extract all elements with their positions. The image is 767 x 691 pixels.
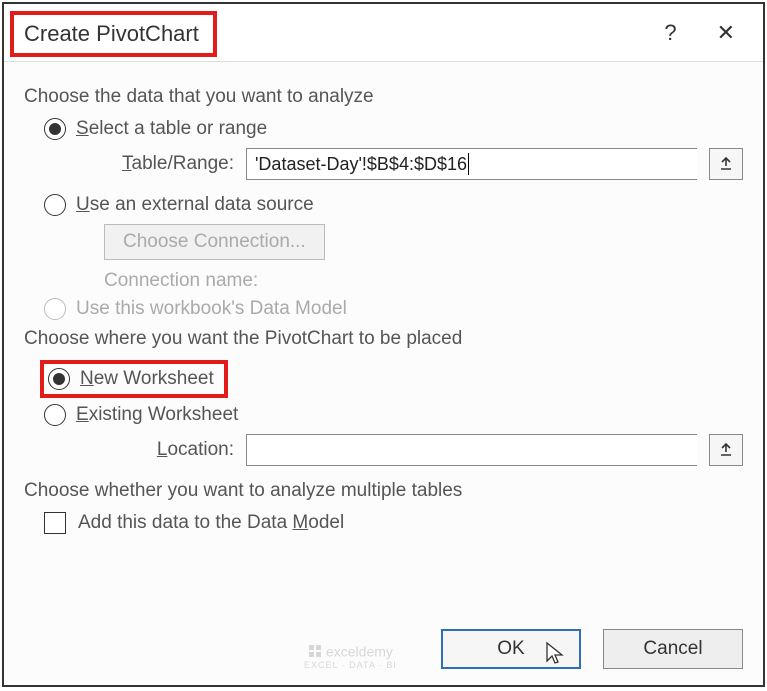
radio-data-model: Use this workbook's Data Model [44, 298, 743, 320]
radio-existing-label: Existing Worksheet [76, 404, 238, 426]
create-pivotchart-dialog: Create PivotChart ? ✕ Choose the data th… [2, 2, 765, 687]
cancel-button[interactable]: Cancel [603, 629, 743, 669]
checkbox-icon [44, 512, 66, 534]
collapse-dialog-icon [718, 442, 734, 458]
location-label: Location: [104, 439, 234, 461]
dialog-content: Choose the data that you want to analyze… [4, 62, 763, 621]
radio-datamodel-label: Use this workbook's Data Model [76, 298, 347, 320]
close-button[interactable]: ✕ [717, 22, 735, 44]
radio-icon [44, 404, 66, 426]
text-caret [468, 153, 469, 175]
radio-icon [44, 298, 66, 320]
mouse-cursor-icon [545, 641, 567, 667]
titlebar-controls: ? ✕ [664, 22, 763, 44]
radio-new-worksheet[interactable]: New Worksheet [80, 368, 214, 390]
range-picker-button[interactable] [709, 148, 743, 180]
table-range-row: Table/Range: 'Dataset-Day'!$B$4:$D$16 [104, 148, 743, 180]
radio-external-label: Use an external data source [76, 194, 314, 216]
collapse-dialog-icon [718, 156, 734, 172]
help-button[interactable]: ? [664, 22, 676, 44]
location-row: Location: [104, 434, 743, 466]
choose-connection-row: Choose Connection... [104, 224, 743, 260]
ok-button[interactable]: OK [441, 629, 581, 669]
choose-connection-button: Choose Connection... [104, 224, 325, 260]
radio-icon [48, 368, 70, 390]
connection-name-label: Connection name: [104, 270, 743, 292]
table-range-input[interactable]: 'Dataset-Day'!$B$4:$D$16 [246, 148, 697, 180]
title-highlight: Create PivotChart [10, 11, 217, 57]
add-to-data-model-row[interactable]: Add this data to the Data Model [44, 512, 743, 534]
table-range-value: 'Dataset-Day'!$B$4:$D$16 [255, 154, 467, 175]
radio-select-table-range[interactable]: Select a table or range [44, 118, 743, 140]
new-worksheet-highlight: New Worksheet [40, 360, 228, 398]
location-picker-button[interactable] [709, 434, 743, 466]
radio-external-source[interactable]: Use an external data source [44, 194, 743, 216]
section-placement-heading: Choose where you want the PivotChart to … [24, 328, 743, 350]
dialog-title: Create PivotChart [24, 21, 199, 46]
table-range-label: Table/Range: [104, 153, 234, 175]
radio-icon [44, 194, 66, 216]
section-analyze-heading: Choose the data that you want to analyze [24, 86, 743, 108]
cancel-label: Cancel [643, 638, 702, 660]
location-input[interactable] [246, 434, 697, 466]
dialog-buttons: OK Cancel [4, 621, 763, 685]
radio-existing-worksheet[interactable]: Existing Worksheet [44, 404, 743, 426]
add-to-data-model-label: Add this data to the Data Model [78, 512, 344, 534]
radio-select-label: Select a table or range [76, 118, 267, 140]
section-multiple-heading: Choose whether you want to analyze multi… [24, 480, 743, 502]
titlebar: Create PivotChart ? ✕ [4, 4, 763, 62]
ok-label: OK [497, 638, 524, 660]
radio-icon [44, 118, 66, 140]
